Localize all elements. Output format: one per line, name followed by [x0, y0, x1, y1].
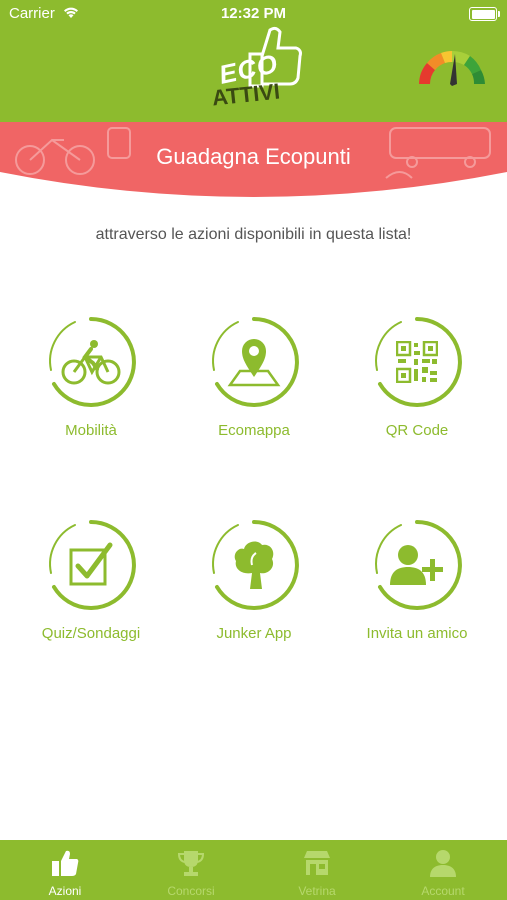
action-label: Junker App — [216, 625, 292, 642]
action-qr-code[interactable]: QR Code — [342, 316, 492, 466]
action-invita-amico[interactable]: Invita un amico — [342, 519, 492, 669]
qr-code-icon — [371, 316, 463, 408]
action-label: Invita un amico — [366, 625, 468, 642]
bottom-tab-bar: Azioni Concorsi Vetrina Account — [0, 840, 507, 900]
action-label: QR Code — [385, 422, 449, 439]
action-label: Ecomappa — [218, 422, 290, 439]
tab-label: Vetrina — [298, 884, 336, 898]
action-label: Quiz/Sondaggi — [41, 625, 141, 642]
tab-vetrina[interactable]: Vetrina — [254, 840, 380, 900]
status-time: 12:32 PM — [220, 5, 287, 22]
eco-gauge-icon[interactable] — [415, 46, 489, 93]
battery-icon — [469, 7, 500, 21]
tree-icon — [208, 519, 300, 611]
tab-label: Azioni — [48, 884, 82, 898]
tab-label: Concorsi — [167, 884, 215, 898]
action-ecomappa[interactable]: Ecomappa — [179, 316, 329, 466]
status-bar: Carrier 12:32 PM — [0, 0, 507, 28]
tab-account[interactable]: Account — [380, 840, 506, 900]
action-mobilita[interactable]: Mobilità — [16, 316, 166, 466]
bicycle-icon — [45, 316, 137, 408]
checkbox-icon — [45, 519, 137, 611]
banner-title: Guadagna Ecopunti — [156, 144, 351, 169]
map-pin-icon — [208, 316, 300, 408]
action-quiz-sondaggi[interactable]: Quiz/Sondaggi — [16, 519, 166, 669]
trophy-icon — [177, 851, 205, 876]
app-header: Carrier 12:32 PM ECO ATTIVI — [0, 0, 507, 122]
actions-subtitle: attraverso le azioni disponibili in ques… — [95, 226, 412, 243]
action-label: Mobilità — [65, 422, 117, 439]
thumbs-up-icon — [52, 850, 79, 876]
ecoattivi-logo: ECO ATTIVI — [210, 26, 306, 110]
add-user-icon — [371, 519, 463, 611]
user-icon — [430, 850, 456, 877]
tab-label: Account — [421, 884, 465, 898]
tab-azioni[interactable]: Azioni — [2, 840, 128, 900]
shop-icon — [304, 851, 330, 875]
tab-concorsi[interactable]: Concorsi — [128, 840, 254, 900]
action-junker-app[interactable]: Junker App — [179, 519, 329, 669]
